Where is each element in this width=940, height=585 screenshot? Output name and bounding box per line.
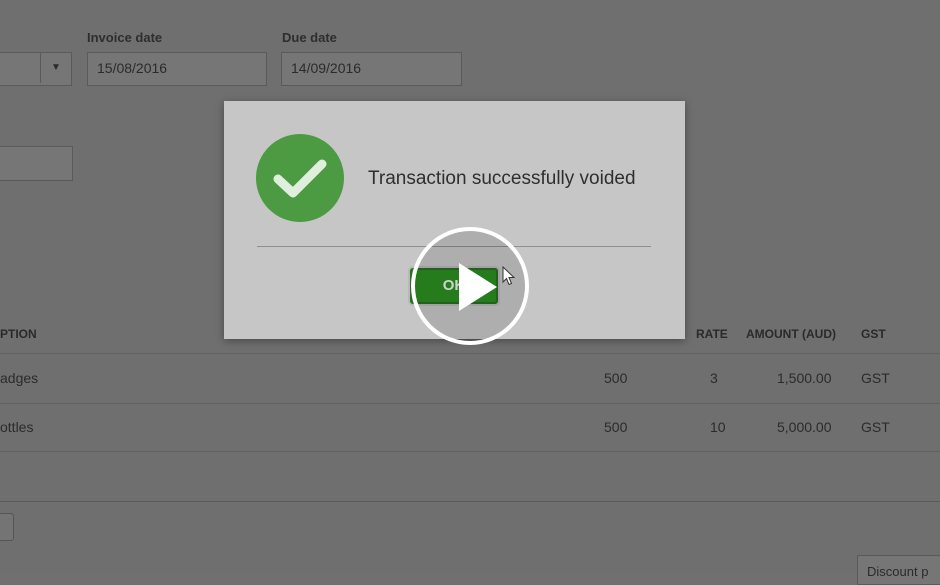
header-divider (0, 353, 940, 354)
row-description: adges (0, 370, 39, 386)
row-amount: 1,500.00 (777, 370, 832, 386)
mouse-cursor-icon (502, 266, 516, 286)
row-gst: GST (861, 419, 890, 435)
invoice-date-label: Invoice date (87, 30, 163, 45)
column-header-description: PTION (0, 327, 37, 341)
discount-field[interactable]: Discount p (857, 555, 940, 585)
column-header-rate: RATE (696, 327, 728, 341)
column-header-gst: GST (861, 327, 886, 341)
terms-field[interactable] (0, 146, 73, 181)
add-lines-button[interactable] (0, 513, 14, 541)
success-check-icon (256, 134, 344, 222)
invoice-date-field[interactable]: 15/08/2016 (87, 52, 267, 86)
column-header-amount: AMOUNT (AUD) (746, 327, 836, 341)
row-divider (0, 403, 940, 404)
row-rate: 10 (710, 419, 726, 435)
customer-dropdown[interactable]: ▼ (0, 52, 72, 86)
due-date-label: Due date (282, 30, 337, 45)
row-rate: 3 (710, 370, 718, 386)
row-gst: GST (861, 370, 890, 386)
row-amount: 5,000.00 (777, 419, 832, 435)
dialog-message: Transaction successfully voided (368, 168, 636, 189)
due-date-field[interactable]: 14/09/2016 (281, 52, 462, 86)
play-icon[interactable] (411, 227, 529, 345)
row-divider (0, 451, 940, 452)
row-description: ottles (0, 419, 34, 435)
row-qty: 500 (604, 370, 628, 386)
chevron-down-icon[interactable]: ▼ (40, 53, 71, 83)
table-bottom-divider (0, 501, 940, 502)
row-qty: 500 (604, 419, 628, 435)
